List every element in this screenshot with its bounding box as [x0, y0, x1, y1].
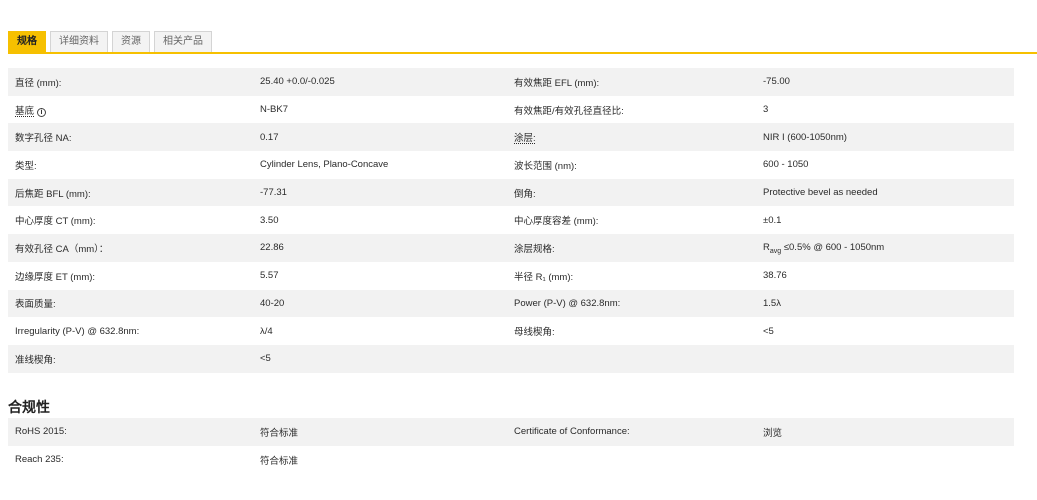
- spec-value: [756, 344, 1014, 373]
- table-row: 边缘厚度 ET (mm): 5.57 半径 R₁ (mm): 38.76: [8, 261, 1014, 290]
- compliance-table: RoHS 2015: 符合标准 Certificate of Conforman…: [8, 418, 1014, 474]
- spec-value: 3: [756, 95, 1014, 124]
- table-row: 后焦距 BFL (mm): -77.31 倒角: Protective beve…: [8, 178, 1014, 207]
- spec-value: 0.17: [253, 123, 507, 152]
- compliance-label: RoHS 2015:: [8, 418, 253, 446]
- rohs-link[interactable]: 符合标准: [253, 418, 507, 446]
- spec-label: [507, 344, 756, 373]
- table-row: 中心厚度 CT (mm): 3.50 中心厚度容差 (mm): ±0.1: [8, 206, 1014, 235]
- table-row: 基底 i N-BK7 有效焦距/有效孔径直径比: 3: [8, 95, 1014, 124]
- tab-bar: 规格 详细资料 资源 相关产品: [8, 31, 212, 53]
- spec-label: 有效孔径 CA（mm）：: [8, 234, 253, 262]
- spec-value: Cylinder Lens, Plano-Concave: [253, 151, 507, 179]
- table-row: Irregularity (P-V) @ 632.8nm: λ/4 母线楔角: …: [8, 317, 1014, 345]
- table-row: RoHS 2015: 符合标准 Certificate of Conforman…: [8, 418, 1014, 446]
- table-row: 直径 (mm): 25.40 +0.0/-0.025 有效焦距 EFL (mm)…: [8, 68, 1014, 96]
- spec-label: 倒角:: [507, 178, 756, 207]
- spec-value: λ/4: [253, 317, 507, 345]
- spec-value: 25.40 +0.0/-0.025: [253, 68, 507, 96]
- table-row: 类型: Cylinder Lens, Plano-Concave 波长范围 (n…: [8, 151, 1014, 179]
- spec-value: <5: [756, 317, 1014, 345]
- reach-link[interactable]: 符合标准: [253, 445, 507, 474]
- table-row: Reach 235: 符合标准: [8, 445, 1014, 474]
- spec-value: 40-20: [253, 289, 507, 318]
- spec-value: 3.50: [253, 206, 507, 235]
- spec-label: 半径 R₁ (mm):: [507, 261, 756, 290]
- spec-label: 涂层规格:: [507, 234, 756, 262]
- spec-label: 中心厚度容差 (mm):: [507, 206, 756, 235]
- coating-spec-text: ≤0.5% @ 600 - 1050nm: [783, 241, 885, 253]
- table-row: 表面质量: 40-20 Power (P-V) @ 632.8nm: 1.5λ: [8, 289, 1014, 318]
- spec-label: 准线楔角:: [8, 344, 253, 373]
- spec-label: 母线楔角:: [507, 317, 756, 345]
- spec-label: 数字孔径 NA:: [8, 123, 253, 152]
- spec-value: 38.76: [756, 261, 1014, 290]
- compliance-heading: 合规性: [8, 399, 50, 415]
- coating-spec-prefix: R: [763, 241, 770, 253]
- spec-label: Irregularity (P-V) @ 632.8nm:: [8, 317, 253, 345]
- tab-specifications[interactable]: 规格: [8, 31, 46, 53]
- spec-table: 直径 (mm): 25.40 +0.0/-0.025 有效焦距 EFL (mm)…: [8, 68, 1014, 373]
- tab-details[interactable]: 详细资料: [50, 31, 108, 53]
- spec-label: 有效焦距 EFL (mm):: [507, 68, 756, 96]
- spec-label: 边缘厚度 ET (mm):: [8, 261, 253, 290]
- coating-spec-sub: avg: [769, 247, 782, 255]
- spec-value: <5: [253, 344, 507, 373]
- spec-label: 波长范围 (nm):: [507, 151, 756, 179]
- spec-value: Protective bevel as needed: [756, 178, 1014, 207]
- spec-label: 直径 (mm):: [8, 68, 253, 96]
- certificate-view-link[interactable]: 浏览: [756, 418, 1014, 446]
- info-icon[interactable]: i: [37, 107, 47, 117]
- spec-value: 5.57: [253, 261, 507, 290]
- spec-label-coating: 涂层:: [507, 123, 756, 152]
- table-row: 有效孔径 CA（mm）： 22.86 涂层规格: Ravg ≤0.5% @ 60…: [8, 234, 1014, 262]
- spec-value: 1.5λ: [756, 289, 1014, 318]
- spec-label: Power (P-V) @ 632.8nm:: [507, 289, 756, 318]
- spec-value-coating-spec: Ravg ≤0.5% @ 600 - 1050nm: [756, 234, 1014, 262]
- coating-label[interactable]: 涂层:: [514, 133, 536, 144]
- tab-underline: [8, 52, 1037, 54]
- spec-value: NIR I (600-1050nm): [756, 123, 1014, 152]
- spec-value: 22.86: [253, 234, 507, 262]
- compliance-value: [756, 445, 1014, 474]
- spec-value: -77.31: [253, 178, 507, 207]
- compliance-label: [507, 445, 756, 474]
- table-row: 准线楔角: <5: [8, 344, 1014, 373]
- spec-label: 中心厚度 CT (mm):: [8, 206, 253, 235]
- compliance-label: Certificate of Conformance:: [507, 418, 756, 446]
- table-row: 数字孔径 NA: 0.17 涂层: NIR I (600-1050nm): [8, 123, 1014, 152]
- spec-value: ±0.1: [756, 206, 1014, 235]
- tab-resources[interactable]: 资源: [112, 31, 150, 53]
- spec-label-substrate[interactable]: 基底 i: [8, 95, 253, 124]
- substrate-label[interactable]: 基底: [15, 106, 34, 117]
- compliance-label: Reach 235:: [8, 445, 253, 474]
- tab-related-products[interactable]: 相关产品: [154, 31, 212, 53]
- spec-label: 类型:: [8, 151, 253, 179]
- substrate-link[interactable]: N-BK7: [253, 95, 507, 124]
- spec-label: 后焦距 BFL (mm):: [8, 178, 253, 207]
- spec-label: 有效焦距/有效孔径直径比:: [507, 95, 756, 124]
- spec-label: 表面质量:: [8, 289, 253, 318]
- spec-value: -75.00: [756, 68, 1014, 96]
- spec-value: 600 - 1050: [756, 151, 1014, 179]
